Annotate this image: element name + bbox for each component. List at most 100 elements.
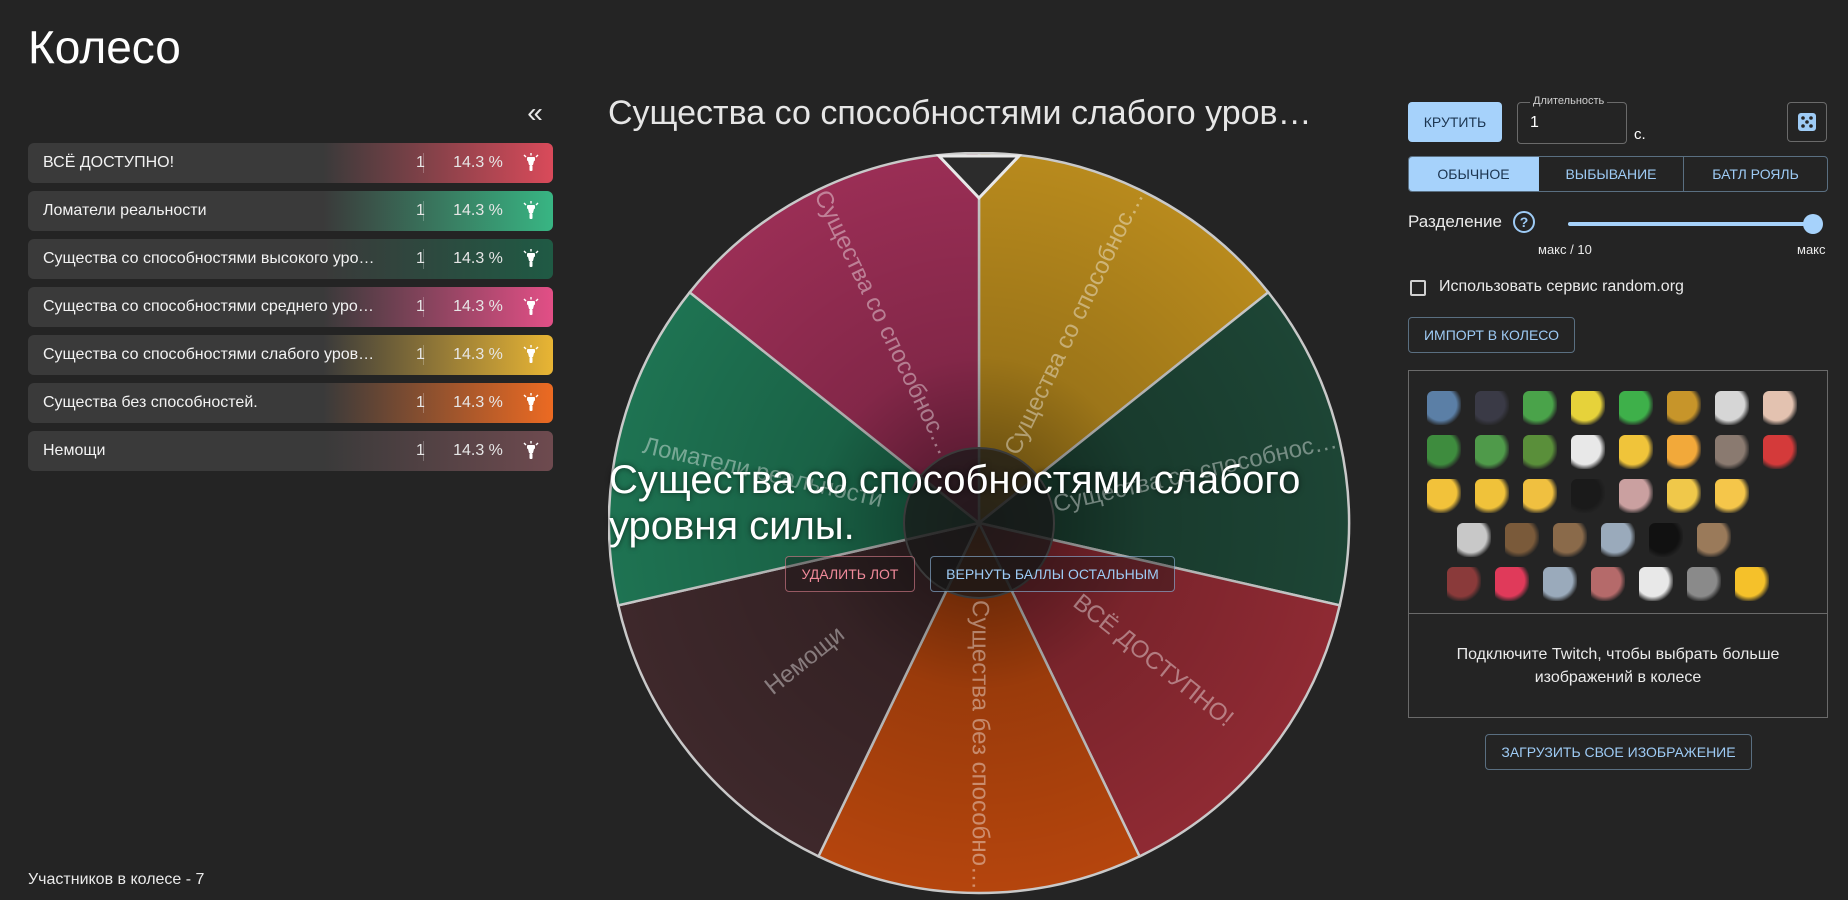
lot-percent: 14.3 % <box>453 202 503 219</box>
duration-unit: с. <box>1634 126 1646 143</box>
lot-separator <box>423 297 424 317</box>
emote-image[interactable] <box>1475 479 1509 513</box>
lot-separator <box>423 345 424 365</box>
lot-separator <box>423 393 424 413</box>
emote-image[interactable] <box>1667 479 1701 513</box>
mode-normal-button[interactable]: ОБЫЧНОЕ <box>1409 157 1539 191</box>
emote-image[interactable] <box>1715 479 1749 513</box>
emote-image[interactable] <box>1475 435 1509 469</box>
emote-image[interactable] <box>1553 523 1587 557</box>
random-org-checkbox[interactable] <box>1410 280 1426 296</box>
lot-name[interactable]: Существа со способностями высокого уро… <box>43 239 413 279</box>
emote-image[interactable] <box>1763 391 1797 425</box>
emote-image[interactable] <box>1523 479 1557 513</box>
emote-image[interactable] <box>1619 391 1653 425</box>
emote-image[interactable] <box>1505 523 1539 557</box>
emote-image[interactable] <box>1571 435 1605 469</box>
lot-list: ВСЁ ДОСТУПНО! 1 14.3 % Ломатели реальности 1… <box>28 143 553 479</box>
flashlight-icon[interactable] <box>521 297 541 317</box>
lot-percent: 14.3 % <box>453 298 503 315</box>
delete-lot-button[interactable]: УДАЛИТЬ ЛОТ <box>785 556 915 592</box>
emote-image[interactable] <box>1571 391 1605 425</box>
import-to-wheel-button[interactable]: ИМПОРТ В КОЛЕСО <box>1408 317 1575 353</box>
emote-grid <box>1409 371 1827 613</box>
split-slider-thumb[interactable] <box>1803 214 1823 234</box>
emote-image[interactable] <box>1427 391 1461 425</box>
flashlight-icon[interactable] <box>521 201 541 221</box>
lot-name[interactable]: ВСЁ ДОСТУПНО! <box>43 143 413 183</box>
emote-image[interactable] <box>1649 523 1683 557</box>
spin-button[interactable]: КРУТИТЬ <box>1408 102 1502 142</box>
lot-row[interactable]: Существа без способностей. 1 14.3 % <box>28 383 553 423</box>
return-points-button[interactable]: ВЕРНУТЬ БАЛЛЫ ОСТАЛЬНЫМ <box>930 556 1175 592</box>
emote-image[interactable] <box>1639 567 1673 601</box>
lot-name[interactable]: Ломатели реальности <box>43 191 413 231</box>
emote-image[interactable] <box>1427 479 1461 513</box>
duration-label: Длительность <box>1530 95 1608 107</box>
random-org-label: Использовать сервис random.org <box>1439 278 1684 295</box>
lot-name[interactable]: Немощи <box>43 431 413 471</box>
emote-image[interactable] <box>1447 567 1481 601</box>
lot-row[interactable]: Существа со способностями среднего уро… 1… <box>28 287 553 327</box>
lot-separator <box>423 249 424 269</box>
lot-percent: 14.3 % <box>453 154 503 171</box>
lot-percent: 14.3 % <box>453 442 503 459</box>
emote-image[interactable] <box>1523 391 1557 425</box>
dice-icon <box>1798 113 1816 131</box>
help-icon[interactable]: ? <box>1513 211 1535 233</box>
emote-image[interactable] <box>1475 391 1509 425</box>
lot-name[interactable]: Существа со способностями среднего уро… <box>43 287 413 327</box>
page-title: Колесо <box>28 21 181 73</box>
lot-separator <box>423 441 424 461</box>
random-dice-button[interactable] <box>1787 102 1827 142</box>
emote-image[interactable] <box>1697 523 1731 557</box>
emote-image[interactable] <box>1601 523 1635 557</box>
collapse-sidebar-button[interactable]: « <box>522 99 548 127</box>
emote-image[interactable] <box>1667 435 1701 469</box>
flashlight-icon[interactable] <box>521 345 541 365</box>
emote-image[interactable] <box>1735 567 1769 601</box>
lot-name[interactable]: Существа со способностями слабого уров… <box>43 335 413 375</box>
lot-row[interactable]: Ломатели реальности 1 14.3 % <box>28 191 553 231</box>
twitch-connect-text: Подключите Twitch, чтобы выбрать больше … <box>1456 646 1780 686</box>
upload-image-button[interactable]: ЗАГРУЗИТЬ СВОЕ ИЗОБРАЖЕНИЕ <box>1485 734 1752 770</box>
split-slider-track[interactable] <box>1568 222 1812 226</box>
image-picker-panel: Подключите Twitch, чтобы выбрать больше … <box>1408 370 1828 718</box>
emote-image[interactable] <box>1619 479 1653 513</box>
lot-row[interactable]: ВСЁ ДОСТУПНО! 1 14.3 % <box>28 143 553 183</box>
lot-percent: 14.3 % <box>453 346 503 363</box>
lot-separator <box>423 201 424 221</box>
lot-percent: 14.3 % <box>453 394 503 411</box>
lot-row[interactable]: Существа со способностями высокого уро… 1… <box>28 239 553 279</box>
flashlight-icon[interactable] <box>521 153 541 173</box>
emote-image[interactable] <box>1571 479 1605 513</box>
split-min-label: макс / 10 <box>1538 242 1592 257</box>
mode-elimination-button[interactable]: ВЫБЫВАНИЕ <box>1539 157 1684 191</box>
flashlight-icon[interactable] <box>521 441 541 461</box>
lot-name[interactable]: Существа без способностей. <box>43 383 413 423</box>
split-label: Разделение <box>1408 212 1502 231</box>
winner-text: Существа со способностями слабого уровня… <box>609 458 1301 548</box>
emote-image[interactable] <box>1427 435 1461 469</box>
lot-row[interactable]: Немощи 1 14.3 % <box>28 431 553 471</box>
emote-image[interactable] <box>1457 523 1491 557</box>
emote-image[interactable] <box>1715 435 1749 469</box>
lot-row[interactable]: Существа со способностями слабого уров… 1… <box>28 335 553 375</box>
emote-image[interactable] <box>1495 567 1529 601</box>
emote-image[interactable] <box>1619 435 1653 469</box>
emote-image[interactable] <box>1715 391 1749 425</box>
emote-image[interactable] <box>1687 567 1721 601</box>
emote-image[interactable] <box>1667 391 1701 425</box>
duration-input[interactable] <box>1530 112 1620 134</box>
flashlight-icon[interactable] <box>521 249 541 269</box>
mode-toggle-group: ОБЫЧНОЕ ВЫБЫВАНИЕ БАТЛ РОЯЛЬ <box>1408 156 1828 192</box>
flashlight-icon[interactable] <box>521 393 541 413</box>
lot-separator <box>423 153 424 173</box>
emote-image[interactable] <box>1763 435 1797 469</box>
emote-image[interactable] <box>1523 435 1557 469</box>
emote-image[interactable] <box>1591 567 1625 601</box>
image-panel-divider <box>1409 613 1827 614</box>
wheel-segment-label: Существа без способно… <box>967 600 994 890</box>
emote-image[interactable] <box>1543 567 1577 601</box>
mode-battle-royale-button[interactable]: БАТЛ РОЯЛЬ <box>1684 157 1827 191</box>
